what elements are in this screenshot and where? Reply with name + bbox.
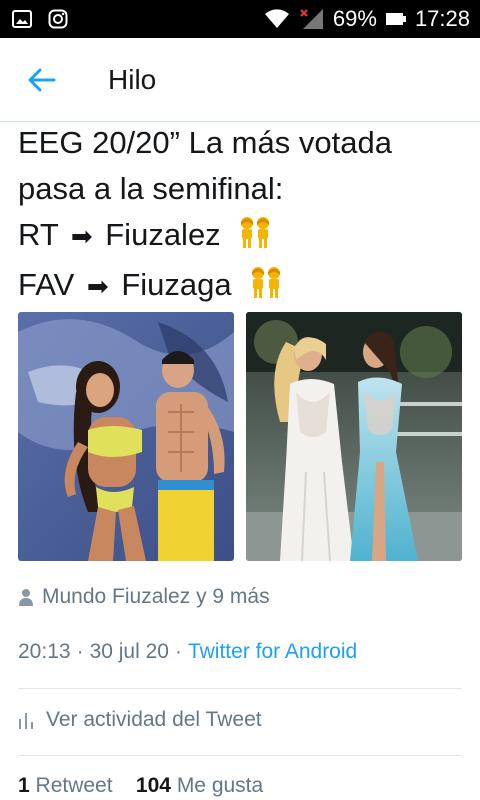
gallery-icon [12, 10, 32, 28]
view-tweet-activity-button[interactable]: Ver actividad del Tweet [18, 708, 262, 732]
clock: 17:28 [414, 6, 470, 31]
option-fiuzaga: Fiuzaga [121, 267, 232, 302]
dot-separator: · [174, 640, 182, 663]
social-context[interactable]: Mundo Fiuzalez y 9 más [18, 585, 270, 609]
retweet-label: Retweet [35, 774, 113, 797]
two-girls-emoji-icon [248, 265, 284, 312]
signal-icon [299, 7, 325, 31]
tweet-date: 30 jul 20 [89, 640, 169, 663]
status-bar-left [12, 9, 68, 29]
social-context-label: Mundo Fiuzalez y 9 más [42, 585, 270, 608]
tweet-line-1: EEG 20/20” La más votada [18, 125, 392, 160]
likes-stat[interactable]: 104 Me gusta [136, 774, 263, 797]
battery-percentage: 69% [332, 6, 377, 31]
app-header: Hilo [0, 38, 480, 122]
arrow-left-icon [28, 68, 56, 92]
tweet-line-4: FAV ➡ Fiuzaga [18, 262, 468, 312]
tweet-image-2[interactable] [246, 312, 462, 561]
like-count: 104 [135, 774, 171, 797]
person-icon [19, 589, 33, 606]
instagram-icon [48, 9, 68, 29]
two-girls-emoji-icon [237, 215, 273, 262]
activity-label: Ver actividad del Tweet [46, 708, 262, 731]
battery-icon [385, 10, 407, 28]
status-bar: 69% 17:28 [0, 0, 480, 38]
tweet-line-3: RT ➡ Fiuzalez [18, 212, 468, 262]
like-label: Me gusta [176, 774, 264, 797]
wifi-icon [263, 8, 291, 30]
back-button[interactable] [26, 66, 58, 94]
dot-separator: · [76, 640, 84, 663]
option-fiuzalez: Fiuzalez [105, 217, 221, 252]
tweet-line-2: pasa a la semifinal: [18, 171, 284, 206]
tweet-timestamp: 20:13 · 30 jul 20 · Twitter for Android [18, 640, 357, 664]
photo-couple-beach [18, 312, 234, 561]
tweet-time: 20:13 [18, 640, 71, 663]
tweet-stats: 1 Retweet 104 Me gusta [18, 774, 263, 798]
source-link[interactable]: Twitter for Android [188, 640, 357, 663]
tweet-image-1[interactable] [18, 312, 234, 561]
page-title: Hilo [108, 64, 157, 95]
status-bar-right: 69% 17:28 [263, 6, 470, 32]
retweets-stat[interactable]: 1 Retweet [18, 774, 113, 797]
divider [18, 688, 462, 689]
bar-chart-icon [19, 713, 33, 729]
divider [18, 755, 462, 756]
right-arrow-icon: ➡ [86, 271, 109, 301]
retweet-count: 1 [18, 774, 30, 797]
fav-label: FAV [18, 267, 75, 302]
tweet-text: EEG 20/20” La más votada pasa a la semif… [18, 120, 468, 312]
right-arrow-icon: ➡ [70, 221, 93, 251]
rt-label: RT [18, 217, 59, 252]
photo-two-women-dresses [246, 312, 462, 561]
